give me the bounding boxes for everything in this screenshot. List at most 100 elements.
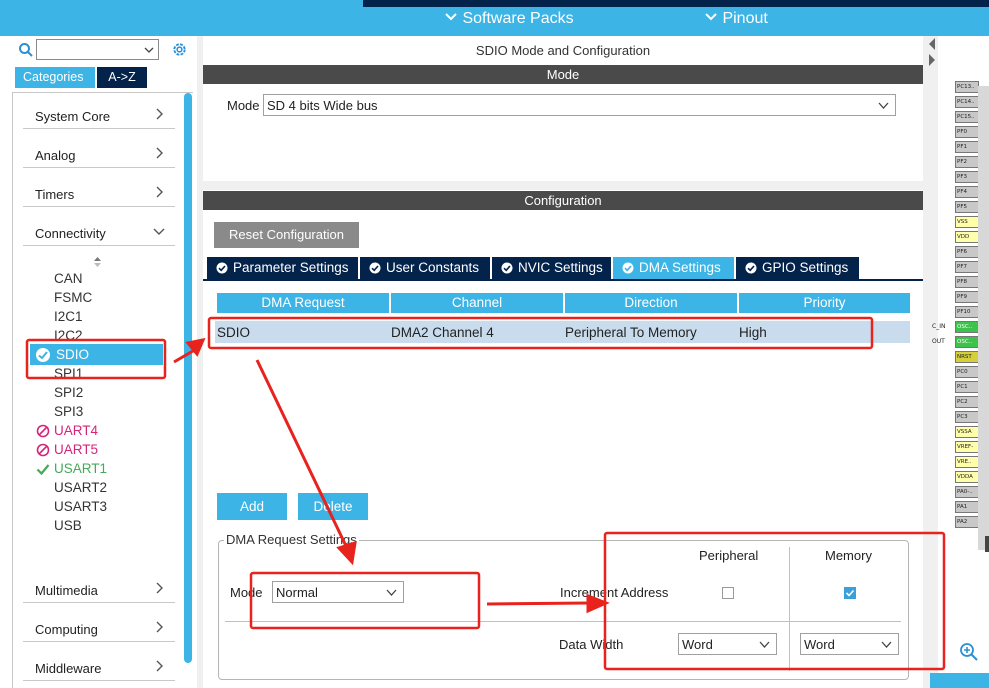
add-button[interactable]: Add — [217, 493, 287, 520]
pin-pc3[interactable]: PC3 — [955, 411, 979, 423]
software-packs-menu[interactable]: Software Packs — [444, 10, 574, 28]
category-connectivity[interactable]: Connectivity — [23, 220, 175, 246]
peripheral-usart3[interactable]: USART3 — [54, 499, 107, 514]
table-row[interactable] — [215, 321, 910, 343]
tab-label: User Constants — [386, 260, 480, 275]
top-tab-fragment[interactable] — [0, 0, 363, 7]
column-memory-label: Memory — [825, 548, 872, 563]
sort-icon[interactable] — [93, 256, 102, 268]
mode-select-value: SD 4 bits Wide bus — [267, 98, 378, 113]
increment-peripheral-checkbox[interactable] — [722, 587, 734, 599]
pin-pc15[interactable]: PC15.. — [955, 111, 979, 123]
pin-vdd[interactable]: VDD — [955, 231, 979, 243]
chevron-down-icon — [705, 13, 717, 21]
chevron-right-icon — [156, 582, 163, 594]
peripheral-uart5[interactable]: UART5 — [54, 442, 98, 457]
pin-vdda[interactable]: VDDA — [955, 471, 979, 483]
pin-vss[interactable]: VSS — [955, 216, 979, 228]
pin-pf4[interactable]: PF4 — [955, 186, 979, 198]
tab-categories[interactable]: Categories — [15, 67, 95, 88]
tab-nvic-settings[interactable]: NVIC Settings — [492, 257, 611, 279]
category-computing[interactable]: Computing — [23, 616, 175, 642]
mode-select[interactable]: SD 4 bits Wide bus — [263, 94, 896, 116]
table-cell-dma-request: SDIO — [217, 325, 251, 340]
category-scrollbar[interactable] — [184, 93, 192, 663]
tab-user-constants[interactable]: User Constants — [360, 257, 490, 279]
tab-a-z[interactable]: A->Z — [97, 67, 147, 88]
pin-pf6[interactable]: PF6 — [955, 246, 979, 258]
pin-pf10[interactable]: PF10 — [955, 306, 979, 318]
collapse-left-icon[interactable] — [928, 38, 936, 50]
column-header-priority: Priority — [739, 293, 910, 313]
peripheral-spi1[interactable]: SPI1 — [54, 366, 83, 381]
pin-nrst[interactable]: NRST — [955, 351, 979, 363]
pin-pf0[interactable]: PF0 — [955, 126, 979, 138]
peripheral-usb[interactable]: USB — [54, 518, 82, 533]
search-input[interactable] — [36, 39, 159, 60]
pin-pc14[interactable]: PC14.. — [955, 96, 979, 108]
pin-pc1[interactable]: PC1 — [955, 381, 979, 393]
reset-configuration-button[interactable]: Reset Configuration — [214, 222, 359, 248]
memory-data-width-value: Word — [804, 637, 835, 652]
peripheral-i2c2[interactable]: I2C2 — [54, 328, 83, 343]
configuration-header: Configuration — [203, 191, 923, 210]
pin-pf8[interactable]: PF8 — [955, 276, 979, 288]
settings-divider — [225, 621, 901, 622]
pin-pf2[interactable]: PF2 — [955, 156, 979, 168]
category-label: Connectivity — [35, 226, 106, 241]
column-header-channel: Channel — [391, 293, 563, 313]
peripheral-spi2[interactable]: SPI2 — [54, 385, 83, 400]
pin-vre[interactable]: VRE.. — [955, 456, 979, 468]
column-divider — [789, 547, 790, 671]
peripheral-data-width-select[interactable]: Word — [678, 633, 777, 655]
peripheral-spi3[interactable]: SPI3 — [54, 404, 83, 419]
left-panel: Categories A->Z System Core Analog Timer… — [0, 36, 197, 688]
increment-address-label: Increment Address — [560, 585, 669, 600]
dma-mode-select[interactable]: Normal — [272, 581, 404, 603]
memory-data-width-select[interactable]: Word — [800, 633, 899, 655]
pin-pf5[interactable]: PF5 — [955, 201, 979, 213]
peripheral-sdio[interactable]: SDIO — [56, 347, 89, 362]
pin-pa0[interactable]: PA0-.. — [955, 486, 979, 498]
delete-button[interactable]: Delete — [298, 493, 368, 520]
category-multimedia[interactable]: Multimedia — [23, 577, 175, 603]
peripheral-usart2[interactable]: USART2 — [54, 480, 107, 495]
search-icon[interactable] — [18, 42, 34, 58]
pin-pa1[interactable]: PA1 — [955, 501, 979, 513]
peripheral-i2c1[interactable]: I2C1 — [54, 309, 83, 324]
splitter[interactable] — [930, 36, 938, 688]
category-timers[interactable]: Timers — [23, 181, 175, 207]
pin-pf7[interactable]: PF7 — [955, 261, 979, 273]
top-toolbar: Software Packs Pinout — [0, 0, 989, 36]
gear-icon[interactable] — [171, 41, 188, 58]
pin-pf1[interactable]: PF1 — [955, 141, 979, 153]
peripheral-fsmc[interactable]: FSMC — [54, 290, 92, 305]
pin-pc13[interactable]: PC13.. — [955, 81, 979, 93]
pin-pf3[interactable]: PF3 — [955, 171, 979, 183]
pin-pa2[interactable]: PA2 — [955, 516, 979, 528]
pin-pc2[interactable]: PC2 — [955, 396, 979, 408]
pin-pf9[interactable]: PF9 — [955, 291, 979, 303]
pinout-label: Pinout — [722, 10, 768, 27]
category-label: Timers — [35, 187, 75, 202]
zoom-in-icon[interactable] — [959, 642, 979, 662]
expand-right-icon[interactable] — [928, 54, 936, 66]
peripheral-usart1[interactable]: USART1 — [54, 461, 107, 476]
pin-vssa[interactable]: VSSA — [955, 426, 979, 438]
tab-parameter-settings[interactable]: Parameter Settings — [207, 257, 358, 279]
tab-gpio-settings[interactable]: GPIO Settings — [736, 257, 859, 279]
pin-pc0[interactable]: PC0 — [955, 366, 979, 378]
peripheral-can[interactable]: CAN — [54, 271, 83, 286]
category-analog[interactable]: Analog — [23, 142, 175, 168]
pinout-scrollbar[interactable] — [930, 673, 989, 688]
category-system-core[interactable]: System Core — [23, 103, 175, 129]
check-circle-icon — [745, 262, 757, 274]
pinout-menu[interactable]: Pinout — [704, 10, 768, 28]
pin-osc[interactable]: OSC.. — [955, 336, 979, 348]
pin-osc[interactable]: OSC.. — [955, 321, 979, 333]
tab-dma-settings[interactable]: DMA Settings — [613, 257, 734, 279]
category-middleware[interactable]: Middleware — [23, 655, 175, 681]
peripheral-uart4[interactable]: UART4 — [54, 423, 98, 438]
increment-memory-checkbox[interactable] — [844, 587, 856, 599]
pin-vref[interactable]: VREF- — [955, 441, 979, 453]
